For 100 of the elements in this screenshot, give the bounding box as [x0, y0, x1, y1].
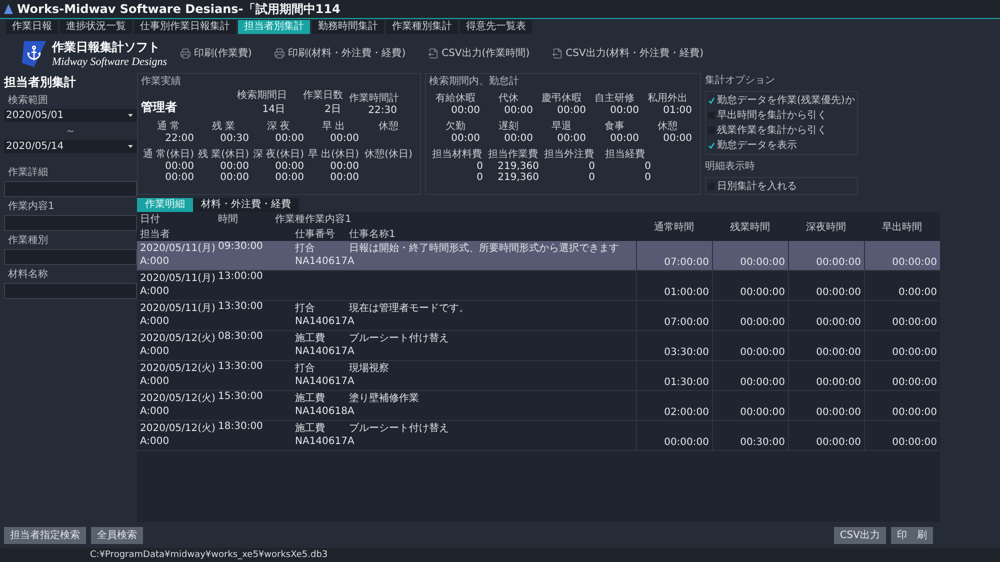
job-number-cell-text: NA140617A — [294, 376, 356, 388]
stat-value: 00:00 — [330, 161, 360, 172]
time-value-cell: 00:00:00 — [712, 346, 788, 360]
stat-value: 0 — [476, 172, 484, 183]
time-value-cell: 01:30:00 — [636, 376, 712, 390]
content-cell-text: 現在は管理者モードです。 — [348, 302, 470, 316]
time-value-cell: 00:00:00 — [788, 286, 864, 300]
option-label: 残業作業を集計から引く — [717, 124, 827, 137]
stat-value: 14日 — [262, 103, 286, 116]
toolbar-button[interactable]: 印刷(作業費) — [180, 46, 252, 60]
content-cell-text: 現場視察 — [348, 362, 390, 376]
table-row[interactable]: 2020/05/12(火) 13:30:00 打合 現場視察 A:000 NA140617A 01:30:00 00:00:00 00:00:00 00:00:00 — [137, 361, 940, 391]
stat-value: 00:30 — [220, 133, 250, 144]
input-field[interactable] — [4, 181, 137, 197]
date-cell-text: 2020/05/11(月) — [139, 272, 215, 286]
input-field[interactable] — [4, 249, 137, 265]
nav-tab[interactable]: 勤務時間集計 — [312, 20, 384, 34]
time-value-cell: 07:00:00 — [636, 256, 712, 270]
stat-value: 2日 — [324, 103, 342, 116]
panel-title: 集計オプション — [705, 74, 776, 87]
stat-label: 担当外注費 — [544, 148, 594, 161]
action-button[interactable]: 印 刷 — [891, 526, 933, 544]
nav-tab[interactable]: 得意先一覧表 — [460, 20, 532, 34]
search-button[interactable]: 全員検索 — [91, 526, 143, 544]
table-row[interactable]: 2020/05/12(火) 15:30:00 施工費 塗り壁補修作業 A:000 NA140618A 02:00:00 00:00:00 00:00:00 00:00:00 — [137, 391, 940, 421]
panel-title: 作業実績 — [141, 74, 182, 88]
detail-tab[interactable]: 材料・外注費・経費 — [193, 198, 299, 212]
export-icon — [552, 48, 563, 58]
table-row[interactable]: 2020/05/12(火) 08:30:00 施工費 ブルーシート付け替え A:000 NA140617A 03:30:00 00:00:00 00:00:00 00:00:00 — [137, 331, 940, 361]
table-row[interactable]: 2020/05/12(火) 18:30:00 施工費 ブルーシート付け替え A:000 NA140617A 00:00:00 00:30:00 00:00:00 00:00:00 — [137, 421, 940, 451]
stat-label: 有給休暇 — [436, 92, 476, 105]
time-cell-text: 09:30:00 — [217, 241, 264, 254]
type-cell-text: 打合 — [294, 242, 316, 256]
column-header: 通常時間 — [653, 220, 695, 234]
stat-value: 00:00 — [165, 172, 195, 183]
stat-value: 00:00 — [610, 133, 640, 144]
option-label: 勤怠データを作業(残業優先)か — [717, 94, 855, 107]
date-cell-text: 2020/05/11(月) — [139, 302, 215, 316]
time-value-cell: 00:00:00 — [712, 256, 788, 270]
staff-name: 管理者 — [141, 99, 178, 116]
time-value-cell: 00:00:00 — [712, 376, 788, 390]
caret-icon — [128, 145, 133, 148]
time-value-cell: 00:00:00 — [788, 436, 864, 450]
time-value-cell: 02:00:00 — [636, 406, 712, 420]
input-field[interactable] — [4, 283, 137, 299]
column-header: 作業種作業内容1 — [274, 212, 352, 226]
time-value-cell: 00:00:00 — [712, 286, 788, 300]
table-row[interactable]: 2020/05/11(月) 13:00:00 A:000 01:00:00 00:00:00 00:00:00 0:00:00 — [137, 271, 940, 301]
time-value-cell: 01:00:00 — [636, 286, 712, 300]
date-cell-text: 2020/05/12(火) — [139, 332, 215, 346]
printer-icon — [180, 48, 191, 58]
stat-label: 休憩(休日) — [364, 148, 412, 161]
app-icon — [4, 4, 13, 14]
checkbox[interactable] — [708, 142, 715, 148]
stat-value: 00:00 — [275, 133, 305, 144]
type-cell-text: 打合 — [294, 302, 316, 316]
nav-tab[interactable]: 作業日報 — [6, 20, 58, 34]
stat-label: 深 夜(休日) — [253, 148, 304, 161]
type-cell-text: 施工費 — [294, 392, 326, 406]
stat-label: 残 業 — [212, 120, 236, 133]
nav-tab[interactable]: 作業種別集計 — [386, 20, 458, 34]
checkbox[interactable] — [708, 96, 715, 104]
column-header: 早出時間 — [881, 220, 923, 234]
date-cell-text: 2020/05/12(火) — [139, 422, 215, 436]
search-button[interactable]: 担当者指定検索 — [4, 526, 86, 544]
column-header: 仕事番号 — [294, 228, 336, 241]
stat-label: 私用外出 — [648, 92, 688, 105]
toolbar-button[interactable]: CSV出力(作業時間) — [428, 46, 530, 60]
action-button[interactable]: CSV出力 — [834, 526, 886, 544]
time-value-cell: 00:00:00 — [788, 406, 864, 420]
stat-value: 0 — [644, 161, 652, 172]
stat-value: 00:00 — [165, 161, 195, 172]
toolbar-button[interactable]: 印刷(材料・外注費・経費) — [274, 46, 406, 60]
date-dropdown[interactable]: 2020/05/14 — [4, 140, 137, 153]
stat-value: 0 — [588, 161, 596, 172]
stat-label: 作業日数 — [303, 88, 343, 102]
table-row[interactable]: 2020/05/11(月) 09:30:00 打合 日報は開始・終了時間形式、所要時間形式から選択できます A:000 NA140617A 07:00:00 00:00:00 00:00:00 00:00:00 — [137, 241, 940, 271]
option-label: 早出時間を集計から引く — [717, 108, 827, 122]
stat-value: 00:00 — [504, 105, 534, 116]
stat-value: 00:00 — [451, 105, 481, 116]
time-value-cell: 00:00:00 — [864, 256, 940, 270]
column-header: 日付 — [139, 213, 161, 226]
field-label: 作業内容1 — [7, 200, 56, 213]
input-field[interactable] — [4, 215, 137, 231]
time-value-cell: 03:30:00 — [636, 346, 712, 360]
stat-label: 慶弔休暇 — [542, 92, 582, 105]
table-row[interactable]: 2020/05/11(月) 13:30:00 打合 現在は管理者モードです。 A:000 NA140617A 07:00:00 00:00:00 00:00:00 00:00:00 — [137, 301, 940, 331]
field-label: 作業詳細 — [7, 166, 49, 179]
date-dropdown[interactable]: 2020/05/01 — [4, 109, 137, 122]
stat-label: 休憩 — [378, 120, 398, 133]
stat-value: 00:00 — [220, 172, 250, 183]
stat-label: 欠勤 — [446, 120, 466, 133]
stat-value: 00:00 — [220, 161, 250, 172]
field-label: 作業種別 — [7, 234, 49, 247]
nav-tab[interactable]: 仕事別作業日報集計 — [134, 20, 236, 34]
time-value-cell: 00:00:00 — [788, 316, 864, 330]
nav-tab[interactable]: 進捗状況一覧 — [60, 20, 132, 34]
stat-label: 通 常(休日) — [143, 148, 194, 161]
staff-cell-text: A:000 — [139, 436, 170, 448]
toolbar-button[interactable]: CSV出力(材料・外注費・経費) — [552, 46, 704, 60]
